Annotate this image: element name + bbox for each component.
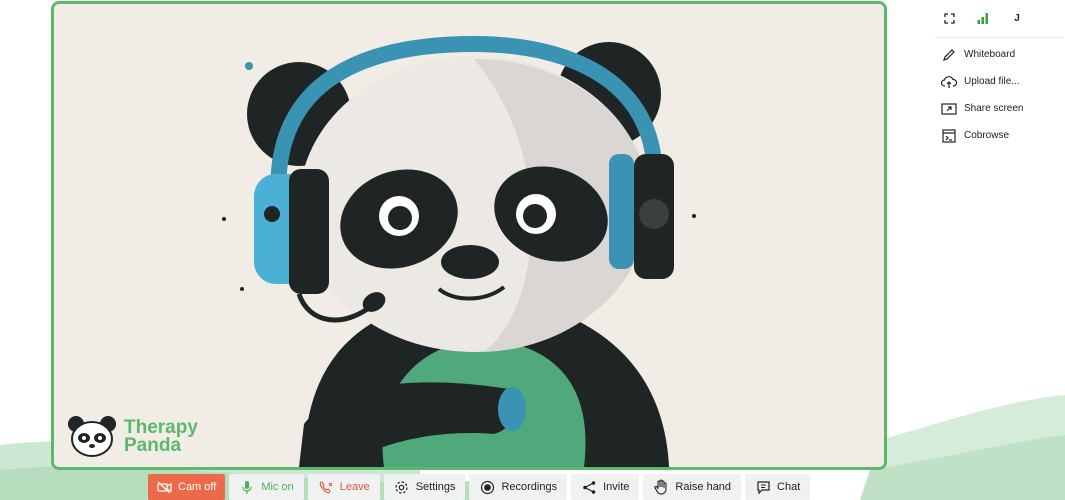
side-item-cobrowse[interactable]: Cobrowse bbox=[940, 122, 1065, 149]
fullscreen-icon[interactable] bbox=[939, 8, 959, 28]
side-item-upload-file[interactable]: Upload file... bbox=[940, 68, 1065, 95]
side-item-share-screen[interactable]: Share screen bbox=[940, 95, 1065, 122]
signal-strength-icon bbox=[973, 8, 993, 28]
microphone-icon bbox=[239, 479, 255, 495]
chat-button[interactable]: Chat bbox=[745, 474, 811, 500]
share-screen-icon bbox=[940, 100, 957, 117]
side-menu: Whiteboard Upload file... Share screen C… bbox=[940, 41, 1065, 149]
invite-button[interactable]: Invite bbox=[571, 474, 640, 500]
cam-toggle-label: Cam off bbox=[178, 481, 217, 493]
side-item-whiteboard[interactable]: Whiteboard bbox=[940, 41, 1065, 68]
side-item-label: Share screen bbox=[964, 103, 1024, 114]
participant-video-tile[interactable]: Therapy Panda bbox=[51, 1, 887, 470]
mic-toggle-button[interactable]: Mic on bbox=[229, 474, 304, 500]
user-avatar[interactable]: J bbox=[1007, 8, 1027, 28]
video-call-page: Therapy Panda J Whiteboard Upload file..… bbox=[0, 0, 1065, 500]
panda-video-image bbox=[54, 4, 884, 467]
call-controls-bar: Cam off Mic on Leave Settings Recordings bbox=[148, 474, 811, 500]
side-item-label: Cobrowse bbox=[964, 130, 1010, 141]
leave-button[interactable]: Leave bbox=[307, 474, 380, 500]
side-panel-divider bbox=[935, 37, 1063, 38]
brand-line-2: Panda bbox=[124, 435, 182, 456]
recordings-button[interactable]: Recordings bbox=[469, 474, 568, 500]
cloud-upload-icon bbox=[940, 73, 957, 90]
leave-label: Leave bbox=[339, 481, 370, 493]
phone-hangup-icon bbox=[318, 479, 334, 495]
top-right-toolbar: J bbox=[935, 8, 1065, 28]
brand-name: Therapy Panda bbox=[124, 418, 198, 456]
gear-icon bbox=[394, 479, 410, 495]
side-item-label: Whiteboard bbox=[964, 49, 1016, 60]
settings-label: Settings bbox=[415, 481, 456, 493]
chat-label: Chat bbox=[777, 481, 801, 493]
side-item-label: Upload file... bbox=[964, 76, 1020, 87]
browser-window-icon bbox=[940, 127, 957, 144]
record-icon bbox=[479, 479, 495, 495]
mic-toggle-label: Mic on bbox=[261, 481, 294, 493]
camera-off-icon bbox=[156, 479, 172, 495]
panda-logo-icon bbox=[68, 416, 116, 457]
raise-hand-button[interactable]: Raise hand bbox=[643, 474, 742, 500]
raise-hand-label: Raise hand bbox=[675, 481, 732, 493]
invite-label: Invite bbox=[603, 481, 630, 493]
pencil-icon bbox=[940, 46, 957, 63]
share-icon bbox=[581, 479, 597, 495]
cam-toggle-button[interactable]: Cam off bbox=[148, 474, 226, 500]
settings-button[interactable]: Settings bbox=[383, 474, 466, 500]
chat-icon bbox=[755, 479, 771, 495]
recordings-label: Recordings bbox=[501, 481, 558, 493]
hand-icon bbox=[653, 479, 669, 495]
brand-logo: Therapy Panda bbox=[66, 415, 198, 459]
